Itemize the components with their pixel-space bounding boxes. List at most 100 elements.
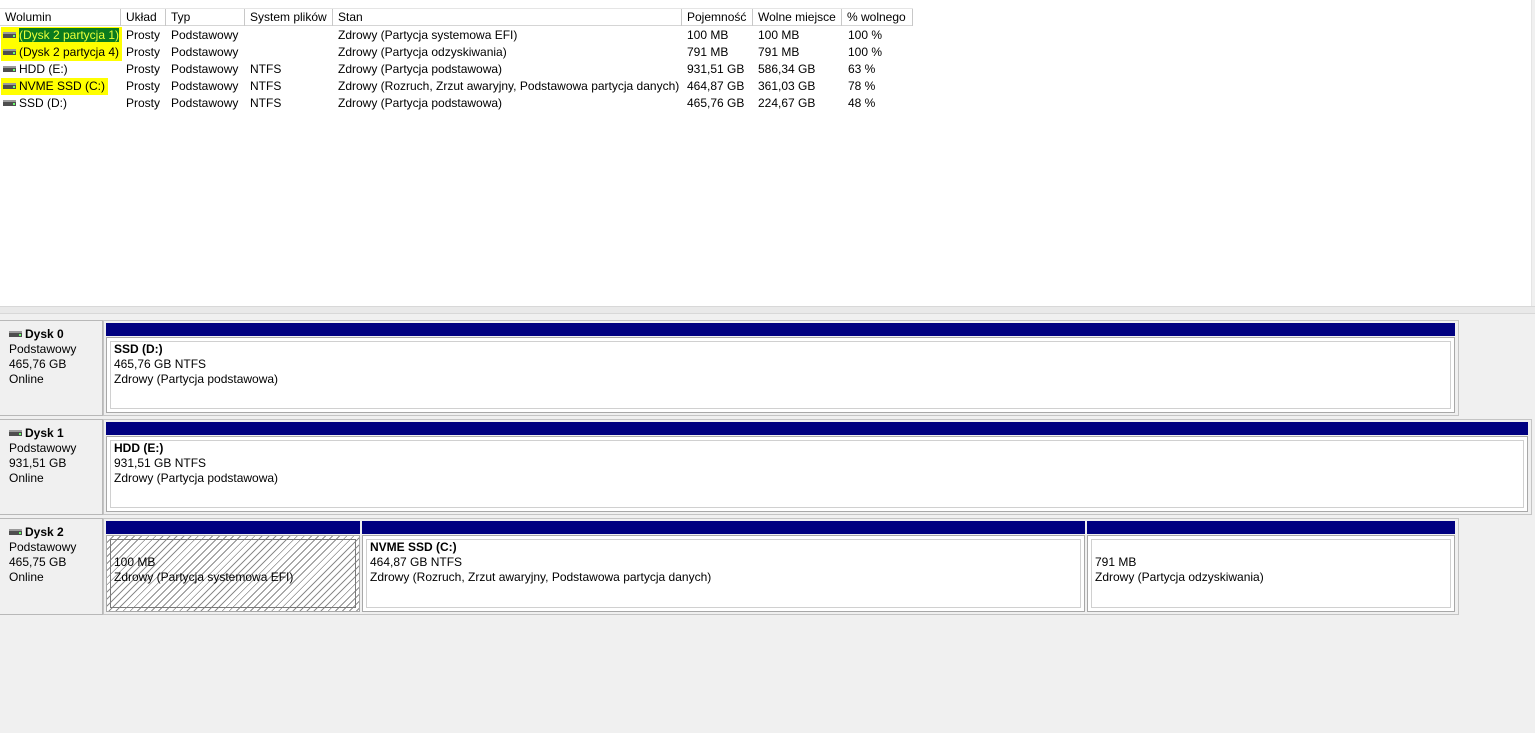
partition-status: Zdrowy (Partycja systemowa EFI): [114, 570, 294, 584]
col-header-volume[interactable]: Wolumin: [0, 9, 121, 26]
partition-box: 791 MB Zdrowy (Partycja odzyskiwania): [1087, 535, 1455, 612]
col-header-type[interactable]: Typ: [166, 9, 245, 26]
col-header-free-space[interactable]: Wolne miejsce: [753, 9, 842, 26]
disk-type: Podstawowy: [9, 342, 77, 356]
partition-detail: 931,51 GB NTFS: [114, 456, 207, 470]
cell-layout: Prosty: [126, 96, 161, 110]
volume-name-cell[interactable]: SSD (D:): [1, 95, 70, 112]
table-row[interactable]: SSD (D:) Prosty Podstawowy NTFS Zdrowy (Part…: [0, 95, 913, 112]
disk-drive-icon: [3, 65, 16, 72]
col-header-status[interactable]: Stan: [333, 9, 682, 26]
partition-name: [114, 540, 359, 555]
disk-partition-area: SSD (D:) 465,76 GB NTFS Zdrowy (Partycja p…: [103, 320, 1459, 416]
partition-header-bar: [1087, 521, 1455, 534]
disk-drive-icon: [3, 48, 16, 55]
cell-capacity: 464,87 GB: [687, 79, 745, 93]
col-header-filesystem[interactable]: System plików: [245, 9, 333, 26]
disk-type: Podstawowy: [9, 540, 77, 554]
partition-box: NVME SSD (C:) 464,87 GB NTFS Zdrowy (Rozru…: [362, 535, 1085, 612]
disk-partition-area: HDD (E:) 931,51 GB NTFS Zdrowy (Partycja p…: [103, 419, 1532, 515]
partition-block[interactable]: NVME SSD (C:) 464,87 GB NTFS Zdrowy (Rozru…: [362, 521, 1085, 612]
cell-pct: 63 %: [848, 62, 876, 76]
cell-layout: Prosty: [126, 28, 161, 42]
partition-status: Zdrowy (Partycja odzyskiwania): [1095, 570, 1264, 584]
table-row[interactable]: (Dysk 2 partycja 4) Prosty Podstawowy Zdrow…: [0, 44, 913, 61]
cell-free: 100 MB: [758, 28, 800, 42]
partition-block[interactable]: 791 MB Zdrowy (Partycja odzyskiwania): [1087, 521, 1455, 612]
partition-header-bar: [106, 422, 1528, 435]
volume-name-cell[interactable]: NVME SSD (C:): [1, 78, 109, 95]
partition-block[interactable]: SSD (D:) 465,76 GB NTFS Zdrowy (Partycja p…: [106, 323, 1455, 413]
volume-list[interactable]: Wolumin Układ Typ System plików Stan Poj…: [0, 0, 1532, 306]
cell-free: 791 MB: [758, 45, 800, 59]
disk-state: Online: [9, 471, 44, 485]
cell-fs: NTFS: [250, 79, 282, 93]
cell-capacity: 100 MB: [687, 28, 729, 42]
partition-header-bar: [106, 323, 1455, 336]
partition-header-bar: [362, 521, 1085, 534]
partition-status: Zdrowy (Partycja podstawowa): [114, 471, 279, 485]
cell-type: Podstawowy: [171, 79, 239, 93]
partition-box: SSD (D:) 465,76 GB NTFS Zdrowy (Partycja p…: [106, 337, 1455, 413]
cell-pct: 100 %: [848, 45, 883, 59]
cell-layout: Prosty: [126, 45, 161, 59]
disk-drive-icon: [3, 31, 16, 38]
partition-block[interactable]: HDD (E:) 931,51 GB NTFS Zdrowy (Partycja p…: [106, 422, 1528, 512]
disk-drive-icon: [3, 82, 16, 89]
disk-title-text: Dysk 2: [25, 525, 64, 539]
col-header-layout[interactable]: Układ: [121, 9, 166, 26]
cell-free: 224,67 GB: [758, 96, 816, 110]
partition-status: Zdrowy (Rozruch, Zrzut awaryjny, Podstaw…: [370, 570, 712, 584]
disk-drive-icon: [9, 528, 22, 535]
partition-name: [1095, 540, 1454, 555]
volume-name-label: SSD (D:): [19, 96, 67, 110]
disk-partition-area: 100 MB Zdrowy (Partycja systemowa EFI) NVM…: [103, 518, 1459, 615]
cell-capacity: 465,76 GB: [687, 96, 745, 110]
table-row[interactable]: NVME SSD (C:) Prosty Podstawowy NTFS Zdrowy …: [0, 78, 913, 95]
cell-layout: Prosty: [126, 79, 161, 93]
column-header: Wolumin Układ Typ System plików Stan Poj…: [0, 8, 913, 26]
volume-name-cell[interactable]: (Dysk 2 partycja 1): [1, 27, 123, 44]
volume-name-label: (Dysk 2 partycja 4): [19, 45, 120, 59]
partition-box: 100 MB Zdrowy (Partycja systemowa EFI): [106, 535, 360, 612]
partition-detail: 791 MB: [1095, 555, 1137, 569]
disk-drive-icon: [9, 429, 22, 436]
table-row[interactable]: HDD (E:) Prosty Podstawowy NTFS Zdrowy (Part…: [0, 61, 913, 78]
cell-type: Podstawowy: [171, 28, 239, 42]
disk-title-text: Dysk 0: [25, 327, 64, 341]
disk-size: 465,75 GB: [9, 555, 67, 569]
cell-type: Podstawowy: [171, 96, 239, 110]
pane-splitter[interactable]: [0, 306, 1535, 314]
disk-management-window: Wolumin Układ Typ System plików Stan Poj…: [0, 0, 1535, 733]
partition-status: Zdrowy (Partycja podstawowa): [114, 372, 279, 386]
partition-name: NVME SSD (C:): [370, 540, 457, 554]
cell-type: Podstawowy: [171, 62, 239, 76]
disk-title: Dysk 0: [9, 327, 102, 342]
disk-drive-icon: [3, 99, 16, 106]
volume-name-cell[interactable]: HDD (E:): [1, 61, 71, 78]
disk-state: Online: [9, 372, 44, 386]
volume-name-label: (Dysk 2 partycja 1): [19, 28, 120, 42]
partition-block[interactable]: 100 MB Zdrowy (Partycja systemowa EFI): [106, 521, 360, 612]
cell-type: Podstawowy: [171, 45, 239, 59]
disk-label-panel[interactable]: Dysk 2 Podstawowy 465,75 GB Online: [0, 518, 103, 615]
partition-box: HDD (E:) 931,51 GB NTFS Zdrowy (Partycja p…: [106, 436, 1528, 512]
partition-detail: 464,87 GB NTFS: [370, 555, 463, 569]
cell-layout: Prosty: [126, 62, 161, 76]
disk-label-panel[interactable]: Dysk 0 Podstawowy 465,76 GB Online: [0, 320, 103, 416]
col-header-capacity[interactable]: Pojemność: [682, 9, 753, 26]
cell-pct: 48 %: [848, 96, 876, 110]
volume-name-label: NVME SSD (C:): [19, 79, 106, 93]
col-header-percent-free[interactable]: % wolnego: [842, 9, 913, 26]
partition-name: HDD (E:): [114, 441, 164, 455]
cell-capacity: 791 MB: [687, 45, 729, 59]
partition-header-bar: [106, 521, 360, 534]
disk-title: Dysk 2: [9, 525, 102, 540]
table-row[interactable]: (Dysk 2 partycja 1) Prosty Podstawowy Zdrow…: [0, 27, 913, 44]
volume-name-cell[interactable]: (Dysk 2 partycja 4): [1, 44, 123, 61]
cell-capacity: 931,51 GB: [687, 62, 745, 76]
disk-type: Podstawowy: [9, 441, 77, 455]
disk-label-panel[interactable]: Dysk 1 Podstawowy 931,51 GB Online: [0, 419, 103, 515]
cell-pct: 78 %: [848, 79, 876, 93]
cell-free: 361,03 GB: [758, 79, 816, 93]
